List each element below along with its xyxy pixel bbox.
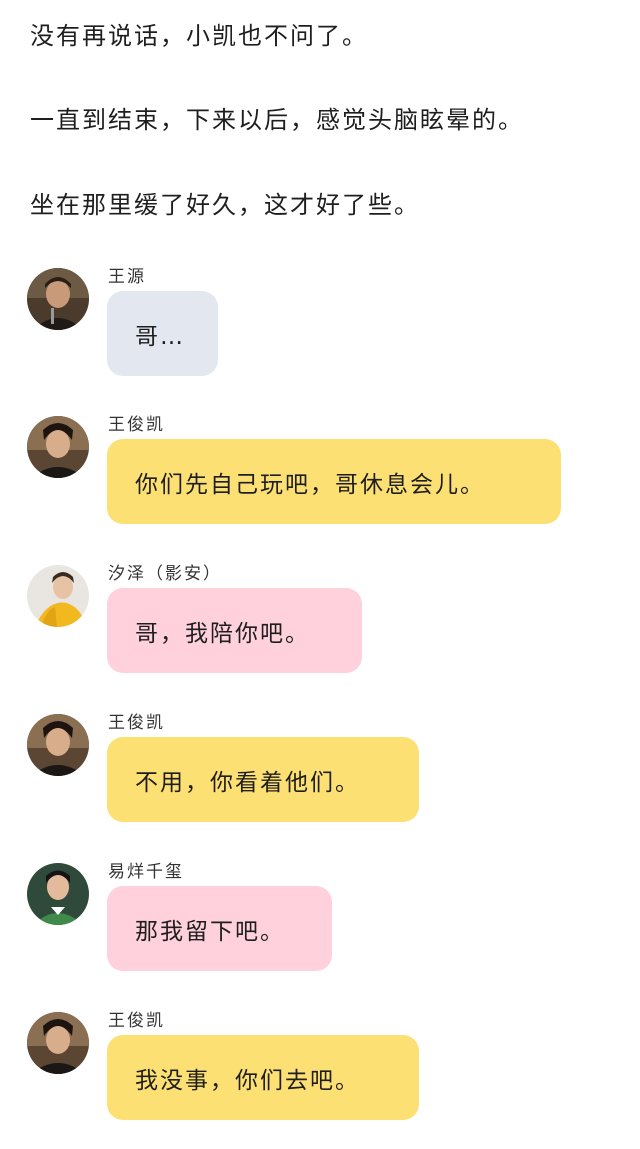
avatar-wangjunkai-icon[interactable] xyxy=(27,1012,89,1074)
message-bubble[interactable]: 哥，我陪你吧。 xyxy=(107,588,362,673)
sender-name: 王俊凯 xyxy=(108,713,165,733)
message-bubble[interactable]: 你们先自己玩吧，哥休息会儿。 xyxy=(107,439,561,524)
message-text: 不用，你看着他们。 xyxy=(135,769,360,796)
message-bubble[interactable]: 那我留下吧。 xyxy=(107,886,332,971)
sender-name: 王俊凯 xyxy=(108,1011,165,1031)
message-text: 哥… xyxy=(135,323,185,350)
message-text: 我没事，你们去吧。 xyxy=(135,1067,360,1094)
message-bubble[interactable]: 我没事，你们去吧。 xyxy=(107,1035,419,1120)
narration-line: 一直到结束，下来以后，感觉头脑眩晕的。 xyxy=(30,106,524,134)
message-text: 那我留下吧。 xyxy=(135,918,285,945)
sender-name: 易烊千玺 xyxy=(108,862,184,882)
message-text: 哥，我陪你吧。 xyxy=(135,620,310,647)
message-text: 你们先自己玩吧，哥休息会儿。 xyxy=(135,471,485,498)
avatar-wangjunkai-icon[interactable] xyxy=(27,714,89,776)
avatar-wangyuan-icon[interactable] xyxy=(27,268,89,330)
message-bubble[interactable]: 不用，你看着他们。 xyxy=(107,737,419,822)
sender-name: 王俊凯 xyxy=(108,415,165,435)
avatar-wangjunkai-icon[interactable] xyxy=(27,416,89,478)
avatar-xize-icon[interactable] xyxy=(27,565,89,627)
narration-line: 没有再说话，小凯也不问了。 xyxy=(30,22,368,50)
avatar-yiyangqianxi-icon[interactable] xyxy=(27,863,89,925)
narration-line: 坐在那里缓了好久，这才好了些。 xyxy=(30,191,420,219)
sender-name: 王源 xyxy=(108,267,146,287)
message-bubble[interactable]: 哥… xyxy=(107,291,218,376)
sender-name: 汐泽（影安） xyxy=(108,564,222,584)
